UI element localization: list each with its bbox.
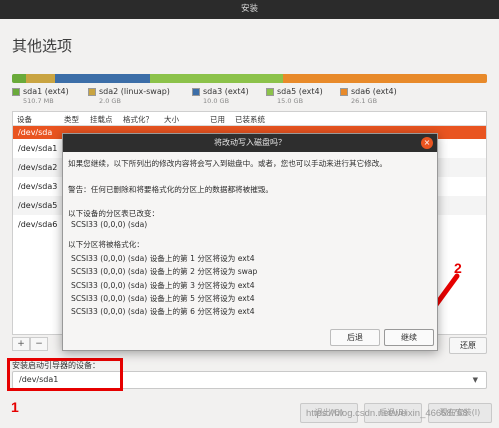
partbar-sda2 xyxy=(26,74,55,83)
legend-name: sda1 (ext4) xyxy=(23,87,69,96)
page-title: 其他选项 xyxy=(12,37,73,55)
watermark: https://blog.csdn.net/weixin_46658768 xyxy=(306,408,468,419)
legend-item-sda5: sda5 (ext4) 15.0 GB xyxy=(266,87,330,105)
legend-swatch xyxy=(192,88,200,96)
legend-name: sda5 (ext4) xyxy=(277,87,323,96)
format-item: SCSI33 (0,0,0) (sda) 设备上的第 3 分区将设为 ext4 xyxy=(71,281,255,290)
partition-legend: sda1 (ext4) 510.7 MB sda2 (linux-swap) 2.0… xyxy=(12,87,414,105)
partbar-sda5 xyxy=(149,74,283,83)
partbar-sda6 xyxy=(282,74,487,83)
annotation-number-1: 1 xyxy=(11,399,19,415)
legend-name: sda2 (linux-swap) xyxy=(99,87,170,96)
legend-size: 15.0 GB xyxy=(277,97,304,105)
legend-item-sda6: sda6 (ext4) 26.1 GB xyxy=(340,87,404,105)
col-os[interactable]: 已装系统 xyxy=(235,114,265,125)
legend-size: 10.0 GB xyxy=(203,97,230,105)
legend-name: sda6 (ext4) xyxy=(351,87,397,96)
col-mount[interactable]: 挂载点 xyxy=(90,114,113,125)
remove-partition-button[interactable]: − xyxy=(30,337,48,351)
format-item: SCSI33 (0,0,0) (sda) 设备上的第 5 分区将设为 ext4 xyxy=(71,294,255,303)
table-changed-item: SCSI33 (0,0,0) (sda) xyxy=(71,220,148,229)
dialog-back-button[interactable]: 后退 xyxy=(330,329,380,346)
format-item: SCSI33 (0,0,0) (sda) 设备上的第 1 分区将设为 ext4 xyxy=(71,254,255,263)
dialog-title: 将改动写入磁盘吗？ xyxy=(214,138,286,147)
legend-swatch xyxy=(12,88,20,96)
dialog-intro: 如果您继续，以下所列出的修改内容将会写入到磁盘中。或者，您也可以手动来进行其它修… xyxy=(68,159,387,168)
annotation-box-1 xyxy=(7,358,123,391)
dialog-continue-button[interactable]: 继续 xyxy=(384,329,434,346)
window-titlebar: 安装 xyxy=(0,0,499,19)
legend-item-sda1: sda1 (ext4) 510.7 MB xyxy=(12,87,78,105)
col-used[interactable]: 已用 xyxy=(210,114,225,125)
table-toolbar: + − xyxy=(12,337,48,351)
format-item: SCSI33 (0,0,0) (sda) 设备上的第 2 分区将设为 swap xyxy=(71,267,258,276)
dialog-warning: 警告：任何已删除和将要格式化的分区上的数据都将被摧毁。 xyxy=(68,185,274,194)
partbar-sda3 xyxy=(54,74,150,83)
col-type[interactable]: 类型 xyxy=(64,114,79,125)
partition-bar xyxy=(12,74,487,83)
legend-name: sda3 (ext4) xyxy=(203,87,249,96)
partbar-sda1 xyxy=(12,74,27,83)
col-device[interactable]: 设备 xyxy=(17,114,32,125)
table-changed-heading: 以下设备的分区表已改变： xyxy=(68,209,160,218)
legend-size: 26.1 GB xyxy=(351,97,378,105)
legend-swatch xyxy=(266,88,274,96)
dialog-titlebar: 将改动写入磁盘吗？ × xyxy=(63,134,437,152)
format-heading: 以下分区将被格式化： xyxy=(68,240,144,249)
legend-swatch xyxy=(88,88,96,96)
format-item: SCSI33 (0,0,0) (sda) 设备上的第 6 分区将设为 ext4 xyxy=(71,307,255,316)
legend-size: 2.0 GB xyxy=(99,97,121,105)
col-format[interactable]: 格式化？ xyxy=(123,114,153,125)
add-partition-button[interactable]: + xyxy=(12,337,30,351)
legend-swatch xyxy=(340,88,348,96)
window-title: 安装 xyxy=(240,4,258,14)
chevron-down-icon: ▼ xyxy=(472,376,478,384)
legend-size: 510.7 MB xyxy=(23,97,54,105)
col-size[interactable]: 大小 xyxy=(164,114,179,125)
close-icon[interactable]: × xyxy=(421,137,433,149)
legend-item-sda3: sda3 (ext4) 10.0 GB xyxy=(192,87,256,105)
table-header: 设备 类型 挂载点 格式化？ 大小 已用 已装系统 xyxy=(13,112,486,126)
legend-item-sda2: sda2 (linux-swap) 2.0 GB xyxy=(88,87,182,105)
